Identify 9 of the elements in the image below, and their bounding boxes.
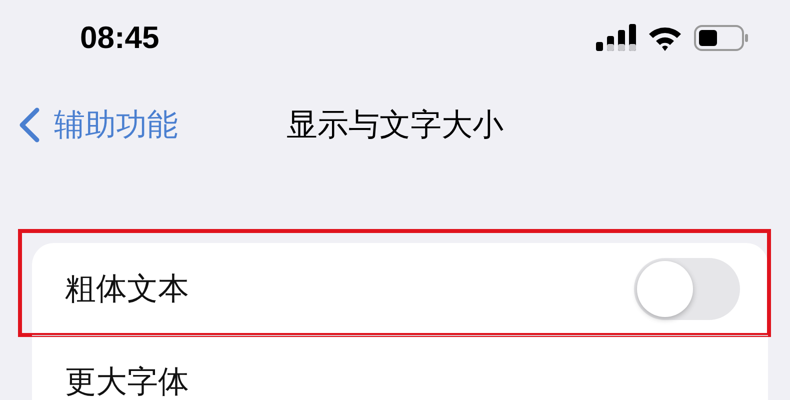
- back-button[interactable]: 辅助功能: [0, 103, 184, 147]
- status-time: 08:45: [80, 20, 160, 56]
- page-title: 显示与文字大小: [286, 106, 504, 145]
- back-chevron-icon: [18, 107, 40, 143]
- setting-label: 更大字体: [65, 363, 189, 400]
- signal-icon: [596, 24, 636, 52]
- setting-label: 粗体文本: [65, 270, 189, 309]
- wifi-icon: [648, 24, 682, 50]
- battery-icon: [694, 24, 750, 52]
